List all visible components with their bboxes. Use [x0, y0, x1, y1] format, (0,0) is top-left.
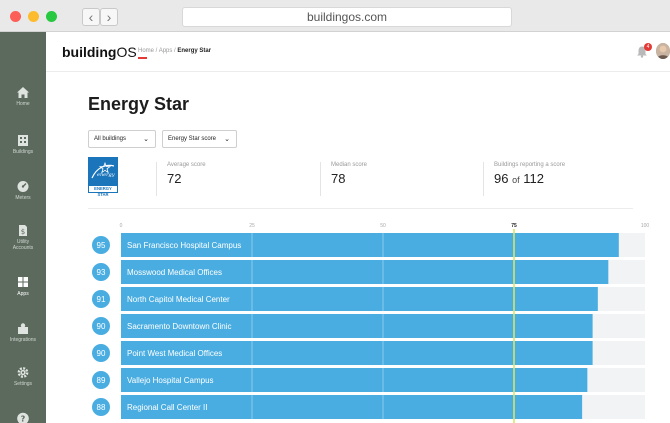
axis-tick-label: 0 [120, 223, 123, 229]
axis-tick-label: 25 [249, 223, 255, 229]
bar-label: North Capitol Medical Center [127, 295, 230, 304]
bar-label: Vallejo Hospital Campus [127, 376, 214, 385]
axis-tick-label: 100 [641, 223, 650, 229]
score-badge-value: 93 [97, 268, 106, 277]
score-badge-value: 90 [97, 349, 106, 358]
axis-tick-label: 75 [511, 223, 517, 229]
bar-label: Regional Call Center II [127, 403, 207, 412]
axis-tick-label: 50 [380, 223, 386, 229]
bar-label: San Francisco Hospital Campus [127, 241, 241, 250]
score-badge-value: 88 [97, 403, 106, 412]
score-badge-value: 90 [97, 322, 106, 331]
score-badge-value: 89 [97, 376, 106, 385]
bar-label: Mosswood Medical Offices [127, 268, 222, 277]
bar-label: Sacramento Downtown Clinic [127, 322, 232, 331]
bar-label: Point West Medical Offices [127, 349, 222, 358]
energy-star-score-chart: 0 25 50 75 100 San Francisco Hospital Campus 9… [92, 223, 650, 423]
score-badge-value: 95 [97, 241, 106, 250]
score-badge-value: 91 [97, 295, 106, 304]
